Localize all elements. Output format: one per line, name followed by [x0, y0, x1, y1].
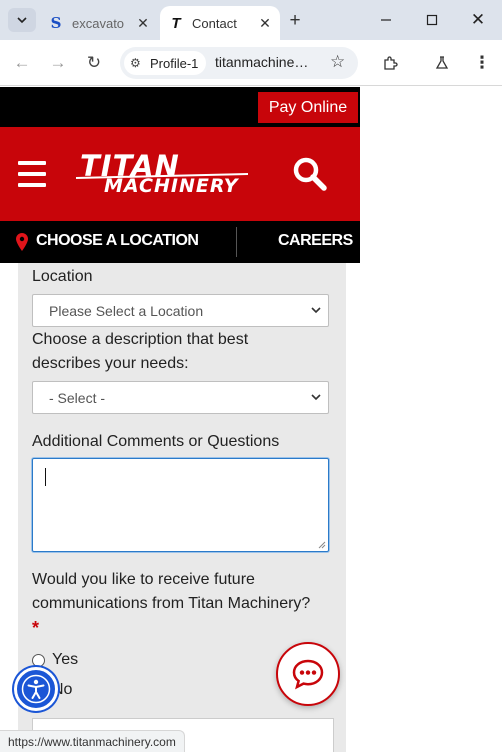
new-tab-button[interactable]: + — [284, 10, 306, 32]
accessibility-button[interactable] — [14, 667, 58, 711]
back-arrow-icon[interactable]: ← — [10, 51, 34, 75]
site-settings-icon[interactable]: ⚙ — [130, 56, 146, 70]
forward-arrow-icon[interactable]: → — [46, 51, 70, 75]
location-select[interactable]: Please Select a Location — [32, 294, 329, 327]
chevron-down-icon — [17, 17, 27, 24]
tab-search-button[interactable] — [8, 8, 36, 32]
profile-chip-label: Profile-1 — [150, 55, 199, 71]
location-bar: CHOOSE A LOCATION CAREERS — [0, 221, 360, 263]
status-url-tooltip: https://www.titanmachinery.com — [0, 730, 185, 752]
address-bar[interactable]: ⚙ Profile-1 titanmachine… ☆ — [120, 47, 358, 79]
window-close-icon[interactable]: ✕ — [466, 8, 490, 32]
needs-label: Choose a description that best describes… — [32, 328, 248, 376]
comments-textarea[interactable] — [32, 458, 329, 552]
needs-label-line1: Choose a description that best — [32, 331, 249, 348]
text-caret — [45, 468, 46, 486]
logo-text-machinery: MACHINERY — [104, 175, 239, 197]
page-viewport: Pay Online TITAN MACHINERY CHOOSE A LOCA… — [0, 87, 502, 752]
browser-tab-bar: S excavato ✕ T Contact ✕ + ✕ — [0, 0, 502, 40]
communications-label-line1: Would you like to receive future — [32, 571, 255, 588]
pay-online-button[interactable]: Pay Online — [258, 92, 358, 123]
tab-title: excavato — [72, 15, 125, 31]
tab-title: Contact — [192, 15, 237, 31]
tab-favicon-t-icon: T — [171, 14, 181, 32]
chevron-down-icon — [311, 394, 321, 401]
close-tab-icon[interactable]: ✕ — [256, 14, 274, 32]
brand-header: TITAN MACHINERY — [0, 127, 360, 221]
nav-divider — [236, 227, 237, 257]
extensions-icon[interactable] — [378, 51, 402, 75]
chevron-down-icon — [311, 307, 321, 314]
utility-bar: Pay Online — [0, 87, 360, 127]
needs-label-line2: describes your needs: — [32, 355, 189, 372]
profile-chip[interactable]: ⚙ Profile-1 — [124, 51, 206, 75]
tab-excavator[interactable]: S excavato ✕ — [40, 6, 158, 40]
tab-contact[interactable]: T Contact ✕ — [160, 6, 280, 40]
required-asterisk: * — [32, 618, 40, 638]
search-icon[interactable] — [292, 156, 328, 192]
maximize-icon[interactable] — [420, 8, 444, 32]
browser-toolbar: ← → ↻ ⚙ Profile-1 titanmachine… ☆ ⋮ — [0, 40, 502, 86]
map-pin-icon — [16, 233, 28, 251]
location-select-value: Please Select a Location — [49, 302, 204, 319]
comments-label: Additional Comments or Questions — [32, 433, 280, 450]
accessibility-person-icon — [21, 674, 51, 704]
option-yes-label: Yes — [52, 651, 79, 668]
careers-link[interactable]: CAREERS — [278, 232, 353, 250]
communications-label-line2: communications from Titan Machinery? — [32, 595, 311, 612]
resize-handle-icon[interactable] — [318, 541, 326, 549]
radio-yes[interactable] — [32, 653, 45, 667]
choose-location-link[interactable]: CHOOSE A LOCATION — [36, 232, 199, 250]
url-text[interactable]: titanmachine… — [215, 54, 308, 70]
tab-favicon-s-icon: S — [50, 14, 62, 32]
titan-machinery-logo[interactable]: TITAN MACHINERY — [76, 149, 248, 201]
chat-bubble-icon — [292, 659, 324, 690]
location-label: Location — [32, 268, 93, 285]
chat-button[interactable] — [276, 642, 340, 706]
communications-label: Would you like to receive future communi… — [32, 568, 310, 616]
close-tab-icon[interactable]: ✕ — [134, 14, 152, 32]
bookmark-star-icon[interactable]: ☆ — [330, 52, 345, 72]
needs-select-value: - Select - — [49, 389, 106, 406]
menu-kebab-icon[interactable]: ⋮ — [470, 51, 494, 75]
reload-icon[interactable]: ↻ — [82, 51, 106, 75]
hamburger-menu-icon[interactable] — [18, 161, 46, 187]
minimize-icon[interactable] — [374, 8, 398, 32]
needs-select[interactable]: - Select - — [32, 381, 329, 414]
labs-flask-icon[interactable] — [430, 51, 454, 75]
